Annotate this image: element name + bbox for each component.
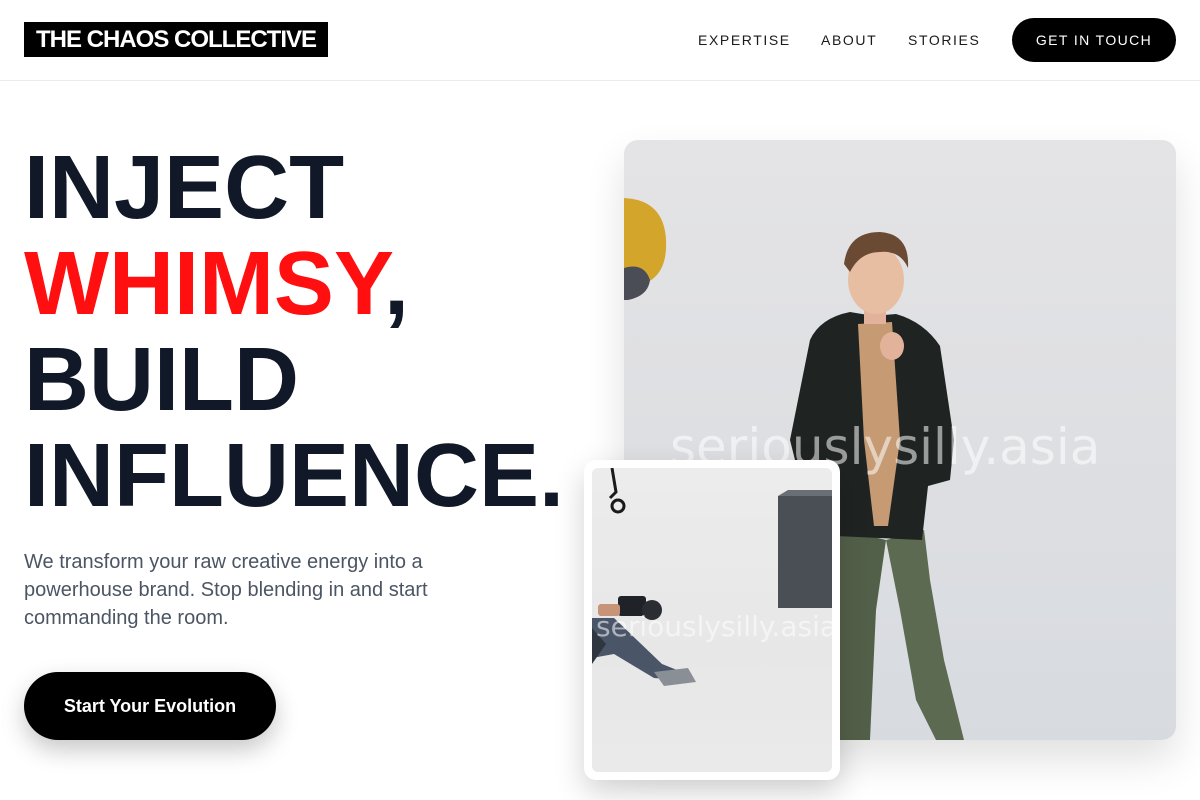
brand-logo[interactable]: THE CHAOS COLLECTIVE	[24, 22, 329, 57]
hero-subtext: We transform your raw creative energy in…	[24, 551, 428, 629]
headline-line-1: INJECT	[24, 138, 345, 238]
headline-line-4: INFLUENCE.	[24, 426, 564, 526]
start-evolution-button[interactable]: Start Your Evolution	[24, 672, 276, 740]
inset-image-watermark: seriouslysilly.asia	[596, 610, 832, 643]
get-in-touch-button[interactable]: GET IN TOUCH	[1012, 18, 1176, 62]
headline-accent-word: WHIMSY	[24, 234, 384, 334]
nav-link-about[interactable]: ABOUT	[821, 31, 877, 49]
hero-headline: INJECT WHIMSY, BUILD INFLUENCE.	[24, 140, 624, 524]
inset-photo-photographer: seriouslysilly.asia	[584, 460, 840, 780]
nav-link-stories[interactable]: STORIES	[908, 31, 980, 49]
headline-line-3: BUILD	[24, 330, 299, 430]
inset-photo-frame: seriouslysilly.asia	[592, 468, 832, 772]
headline-comma: ,	[384, 234, 410, 334]
headline-line-2: WHIMSY,	[24, 236, 624, 332]
site-header: THE CHAOS COLLECTIVE EXPERTISE ABOUT STO…	[0, 0, 1200, 81]
landing-page: THE CHAOS COLLECTIVE EXPERTISE ABOUT STO…	[0, 0, 1200, 800]
nav-link-expertise[interactable]: EXPERTISE	[698, 31, 791, 49]
